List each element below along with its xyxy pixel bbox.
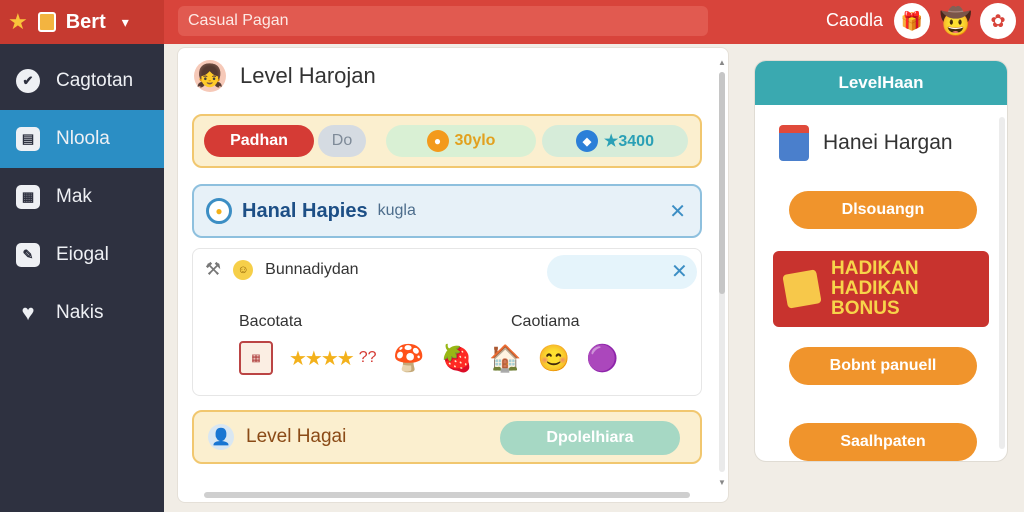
coins-value: 30ylo — [454, 132, 496, 149]
map-icon: ▦ — [16, 185, 40, 209]
level-side-panel: LevelHaan Hanei Hargan Dlsouangn HADIKAN… — [754, 60, 1008, 462]
notes-icon: ✎ — [16, 243, 40, 267]
top-bar: ★ Bert ▾ Casual Pagan Caodla 🎁 🤠 ✿ — [0, 0, 1024, 44]
level-row[interactable]: 👤 Level Hagai Dpolelhiara — [192, 410, 702, 464]
calendar-icon[interactable]: ▦ — [239, 341, 273, 375]
bonus-text: HADIKAN HADIKAN BONUS — [831, 259, 919, 319]
bonus-line-2: HADIKAN — [831, 278, 919, 299]
shield-icon: ✔ — [16, 69, 40, 93]
panel-header: LevelHaan — [755, 61, 1007, 105]
chevron-down-icon[interactable]: ▾ — [122, 14, 129, 31]
play-button[interactable]: Padhan — [204, 125, 314, 157]
book-icon: ▤ — [16, 127, 40, 151]
brand-area[interactable]: ★ Bert ▾ — [0, 0, 164, 44]
horizontal-scrollbar[interactable] — [204, 492, 690, 498]
item-row: ▦ ★★★★ ?? 🍄 🍓 🏠 😊 🟣 — [239, 341, 618, 375]
banner-title: Hanal Hapies — [242, 199, 368, 222]
item-card: ⚒ ☺ Bunnadiydan ✕ Bacotata Caotiama ▦ ★★… — [192, 248, 702, 396]
treasure-icon — [782, 269, 822, 309]
coin-icon: ● — [426, 130, 449, 152]
gem-icon: ◆ — [576, 130, 599, 152]
gift-icon[interactable]: 🎁 — [894, 3, 930, 39]
sidebar-item-3[interactable]: ▦ Mak — [0, 168, 164, 226]
sidebar-item-2[interactable]: ▤ Nloola — [0, 110, 164, 168]
level-action-button[interactable]: Dpolelhiara — [500, 421, 680, 455]
tool-icon: ⚒ — [205, 259, 222, 279]
level-title: Level Hagai — [246, 426, 347, 447]
smile-icon: ☺ — [233, 259, 254, 280]
main-header: 👧 Level Harojan — [194, 60, 376, 92]
bonus-line-1: HADIKAN — [831, 258, 919, 279]
banner-subtitle: kugla — [377, 202, 416, 219]
card-label-b: Caotiama — [511, 313, 580, 330]
panel-title: Hanei Hargan — [823, 131, 953, 154]
secondary-button[interactable]: Do — [318, 125, 366, 157]
card-title: Bunnadiydan — [265, 260, 359, 278]
close-icon[interactable]: ✕ — [671, 259, 688, 284]
scroll-thumb[interactable] — [719, 72, 725, 294]
submit-button[interactable]: Bobnt panuell — [789, 347, 977, 385]
vertical-scrollbar[interactable]: ▲ ▼ — [718, 58, 726, 488]
sidebar-item-4[interactable]: ✎ Eiogal — [0, 226, 164, 284]
gems-counter[interactable]: ◆ ★3400 — [542, 125, 688, 157]
card-header: ⚒ ☺ Bunnadiydan — [205, 259, 359, 280]
gems-value: ★3400 — [604, 133, 654, 150]
house-icon[interactable]: 🏠 — [489, 343, 521, 374]
pink-ball-icon[interactable]: 🟣 — [586, 343, 618, 374]
sidebar-item-label: Nloola — [56, 128, 110, 149]
avatar: 👧 — [194, 60, 226, 92]
sidebar-item-5[interactable]: ♥ Nakis — [0, 284, 164, 342]
heart-badge-icon[interactable]: ✿ — [980, 3, 1016, 39]
panel-title-row: Hanei Hargan — [779, 125, 953, 161]
stars-icon[interactable]: ★★★★ — [289, 346, 355, 371]
gift-box-icon — [37, 12, 56, 32]
bonus-banner[interactable]: HADIKAN HADIKAN BONUS — [773, 251, 989, 327]
main-panel: 👧 Level Harojan Padhan Do ● 30ylo ◆ ★340… — [177, 47, 729, 503]
sidebar: ✔ Cagtotan ▤ Nloola ▦ Mak ✎ Eiogal ♥ Nak… — [0, 44, 164, 512]
brand-name: Bert — [65, 10, 106, 33]
coins-counter[interactable]: ● 30ylo — [386, 125, 536, 157]
sidebar-item-1[interactable]: ✔ Cagtotan — [0, 52, 164, 110]
sun-icon: ● — [206, 198, 232, 224]
page-title: Level Harojan — [240, 63, 376, 88]
drum-icon — [779, 125, 809, 161]
player-avatar: 👤 — [208, 424, 234, 450]
scroll-down-icon[interactable]: ▼ — [718, 478, 726, 487]
notification-banner[interactable]: ● Hanal Hapies kugla ✕ — [192, 184, 702, 238]
card-label-a: Bacotata — [239, 313, 303, 330]
avatar-icon[interactable]: 🤠 — [938, 3, 974, 39]
sidebar-item-label: Cagtotan — [56, 70, 134, 91]
search-input[interactable]: Casual Pagan — [178, 6, 708, 36]
download-button[interactable]: Dlsouangn — [789, 191, 977, 229]
panel-scrollbar[interactable] — [999, 117, 1005, 449]
strawberry-icon[interactable]: 🍓 — [441, 343, 473, 374]
close-icon[interactable]: ✕ — [669, 199, 686, 224]
sidebar-item-label: Mak — [56, 186, 92, 207]
question-tag: ?? — [358, 349, 377, 366]
mushroom-icon[interactable]: 🍄 — [393, 343, 425, 374]
user-label[interactable]: Caodla — [826, 10, 883, 31]
bonus-line-3: BONUS — [831, 298, 900, 319]
search-button[interactable]: Saalhpaten — [789, 423, 977, 461]
scroll-up-icon[interactable]: ▲ — [718, 58, 726, 67]
sidebar-item-label: Eiogal — [56, 244, 109, 265]
smiley-icon[interactable]: 😊 — [538, 343, 570, 374]
star-logo-icon: ★ — [8, 9, 28, 34]
stats-bar: Padhan Do ● 30ylo ◆ ★3400 — [192, 114, 702, 168]
sidebar-item-label: Nakis — [56, 302, 104, 323]
heart-icon: ♥ — [21, 300, 35, 325]
